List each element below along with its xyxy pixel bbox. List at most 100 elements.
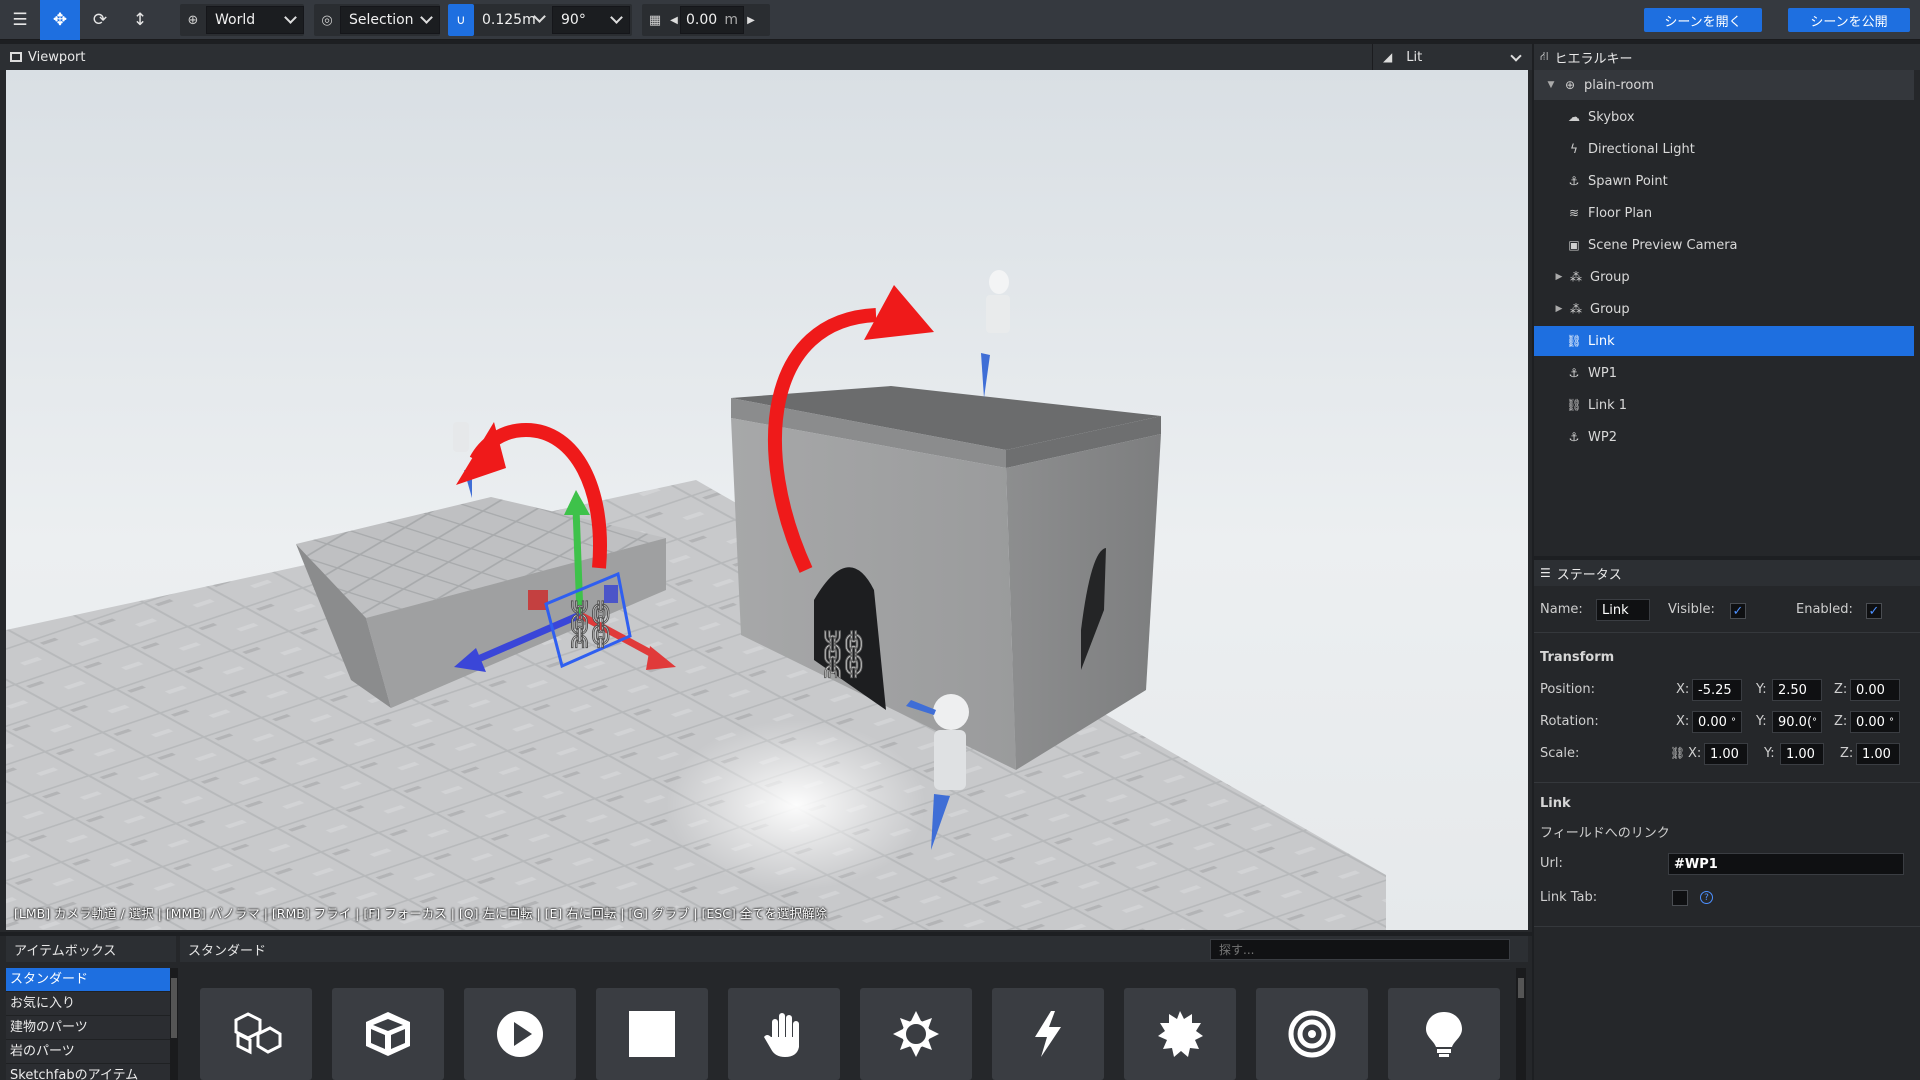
grid-icon: ▦ bbox=[648, 12, 662, 28]
target-icon bbox=[1288, 1010, 1336, 1058]
hand-icon bbox=[764, 1013, 799, 1057]
magnet-icon[interactable]: ∪ bbox=[448, 4, 474, 36]
link-section-title: Link bbox=[1540, 796, 1571, 811]
play-icon bbox=[497, 1011, 543, 1057]
snap-angle-select[interactable]: 90° bbox=[552, 6, 630, 34]
scale-y-field[interactable]: 1.00 bbox=[1780, 743, 1824, 765]
rotation-y-field[interactable]: 90.0(° bbox=[1772, 711, 1822, 733]
scale-z-field[interactable]: 1.00 bbox=[1856, 743, 1900, 765]
item-tile-cube[interactable] bbox=[332, 988, 444, 1080]
rotation-z-field[interactable]: 0.00 ° bbox=[1850, 711, 1900, 733]
tree-item-group[interactable]: ▶ ⁂ Group bbox=[1534, 294, 1914, 324]
move-tool-button[interactable]: ✥ bbox=[40, 0, 80, 40]
scale-label: Scale: bbox=[1540, 746, 1580, 761]
enabled-label: Enabled: bbox=[1796, 602, 1853, 617]
item-tile-play[interactable] bbox=[464, 988, 576, 1080]
grid-size-input[interactable]: 0.00 m bbox=[680, 6, 744, 34]
category-item-building-parts[interactable]: 建物のパーツ bbox=[6, 1016, 170, 1040]
tree-item-scene-preview-camera[interactable]: ▣ Scene Preview Camera bbox=[1534, 230, 1914, 260]
scale-x-field[interactable]: 1.00 bbox=[1704, 743, 1748, 765]
divider bbox=[1534, 632, 1920, 633]
tree-item-link[interactable]: ⛓ Link bbox=[1534, 326, 1914, 356]
pivot-select[interactable]: Selection bbox=[340, 6, 440, 34]
link-tab-checkbox[interactable] bbox=[1672, 890, 1688, 906]
link-icon: ⛓ bbox=[1566, 398, 1582, 412]
item-tile-lightning[interactable] bbox=[992, 988, 1104, 1080]
tree-item-wp2[interactable]: ⚓ WP2 bbox=[1534, 422, 1914, 452]
visible-checkbox[interactable]: ✓ bbox=[1730, 603, 1746, 619]
menu-icon[interactable]: ☰ bbox=[0, 0, 40, 40]
tree-item-directional-light[interactable]: ϟ Directional Light bbox=[1534, 134, 1914, 164]
shading-select[interactable]: ◢ Lit bbox=[1372, 44, 1532, 70]
category-item-rock-parts[interactable]: 岩のパーツ bbox=[6, 1040, 170, 1064]
snap-distance-select[interactable]: 0.125m bbox=[474, 6, 552, 34]
position-x-field[interactable]: -5.25 bbox=[1692, 679, 1742, 701]
category-list: スタンダード お気に入り 建物のパーツ 岩のパーツ Sketchfabのアイテム bbox=[6, 968, 170, 1080]
position-y-field[interactable]: 2.50 bbox=[1772, 679, 1822, 701]
url-field[interactable]: #WP1 bbox=[1668, 853, 1904, 875]
position-z-field[interactable]: 0.00 bbox=[1850, 679, 1900, 701]
category-scrollbar[interactable] bbox=[170, 968, 178, 1080]
itembox-panel: アイテムボックス スタンダード スタンダード お気に入り 建物のパーツ 岩のパー… bbox=[0, 936, 1532, 1080]
caret-right-icon[interactable]: ▶ bbox=[1552, 272, 1566, 282]
move-icon: ✥ bbox=[52, 10, 68, 30]
top-toolbar: ☰ ✥ ⟳ ↕ ⊕ World ◎ Selection ∪ 0.125m 90°… bbox=[0, 0, 1920, 40]
name-field[interactable]: Link bbox=[1596, 599, 1650, 621]
category-item-favorites[interactable]: お気に入り bbox=[6, 992, 170, 1016]
item-grid bbox=[200, 988, 1500, 1080]
cloud-icon: ☁ bbox=[1568, 110, 1580, 124]
tree-item-group[interactable]: ▶ ⁂ Group bbox=[1534, 262, 1914, 292]
item-tile-group[interactable] bbox=[200, 988, 312, 1080]
axis-z-label: Z: bbox=[1840, 746, 1854, 761]
item-tile-burst[interactable] bbox=[1124, 988, 1236, 1080]
publish-scene-button[interactable]: シーンを公開 bbox=[1788, 8, 1910, 32]
item-tile-target[interactable] bbox=[1256, 988, 1368, 1080]
link-marker-icon: ⛓ bbox=[814, 627, 872, 681]
caret-right-icon[interactable]: ▶ bbox=[1552, 304, 1566, 314]
space-select[interactable]: World bbox=[206, 6, 304, 34]
tree-item-spawn-point[interactable]: ⚓ Spawn Point bbox=[1534, 166, 1914, 196]
category-item-sketchfab[interactable]: Sketchfabのアイテム bbox=[6, 1064, 170, 1080]
position-label: Position: bbox=[1540, 682, 1595, 697]
viewport-panel: Viewport ◢ Lit ⛓ ⛓ [LMB] カメラ軌道 / 選択 | [M… bbox=[0, 44, 1532, 932]
enabled-checkbox[interactable]: ✓ bbox=[1866, 603, 1882, 619]
item-tile-lightbulb[interactable] bbox=[1388, 988, 1500, 1080]
item-search-input[interactable] bbox=[1210, 939, 1510, 960]
hierarchy-icon: ⛙ bbox=[1540, 49, 1549, 63]
axis-x-label: X: bbox=[1676, 682, 1690, 697]
chart-icon: ◢ bbox=[1383, 50, 1393, 64]
spawn-icon: ⚓ bbox=[1568, 366, 1580, 380]
help-icon[interactable]: ? bbox=[1700, 891, 1713, 904]
item-tile-sun[interactable] bbox=[860, 988, 972, 1080]
status-header: ☰ ステータス bbox=[1534, 560, 1920, 586]
open-scene-button[interactable]: シーンを開く bbox=[1644, 8, 1762, 32]
category-item-standard[interactable]: スタンダード bbox=[6, 968, 170, 992]
grid-decrement-button[interactable]: ◀ bbox=[668, 15, 680, 26]
rotation-x-field[interactable]: 0.00 ° bbox=[1692, 711, 1742, 733]
divider bbox=[1534, 926, 1920, 927]
link-tab-label: Link Tab: bbox=[1540, 890, 1598, 905]
snap-group: ∪ 0.125m 90° bbox=[448, 4, 632, 36]
sun-icon bbox=[893, 1011, 939, 1057]
tree-item-floor-plan[interactable]: ≋ Floor Plan bbox=[1534, 198, 1914, 228]
visible-label: Visible: bbox=[1668, 602, 1715, 617]
burst-icon bbox=[1158, 1011, 1203, 1057]
tree-item-root[interactable]: ▼ ⊕ plain-room bbox=[1534, 70, 1914, 100]
scale-tool-button[interactable]: ↕ bbox=[120, 0, 160, 40]
grid-increment-button[interactable]: ▶ bbox=[744, 15, 758, 26]
item-tile-hand[interactable] bbox=[728, 988, 840, 1080]
axis-y-label: Y: bbox=[1756, 714, 1767, 729]
item-grid-scrollbar[interactable] bbox=[1516, 968, 1526, 1080]
tree-item-skybox[interactable]: ☁ Skybox bbox=[1534, 102, 1914, 132]
viewport-canvas[interactable]: ⛓ ⛓ [LMB] カメラ軌道 / 選択 | [MMB] パノラマ | [RMB… bbox=[6, 70, 1528, 930]
axis-y-label: Y: bbox=[1764, 746, 1775, 761]
space-group: ⊕ World bbox=[180, 4, 304, 36]
caret-down-icon[interactable]: ▼ bbox=[1544, 80, 1558, 90]
tree-item-wp1[interactable]: ⚓ WP1 bbox=[1534, 358, 1914, 388]
item-tile-square[interactable] bbox=[596, 988, 708, 1080]
rotation-label: Rotation: bbox=[1540, 714, 1599, 729]
rotate-tool-button[interactable]: ⟳ bbox=[80, 0, 120, 40]
tree-item-link-1[interactable]: ⛓ Link 1 bbox=[1534, 390, 1914, 420]
link-lock-icon[interactable]: ⛓ bbox=[1670, 746, 1685, 760]
globe-icon: ⊕ bbox=[187, 12, 199, 28]
